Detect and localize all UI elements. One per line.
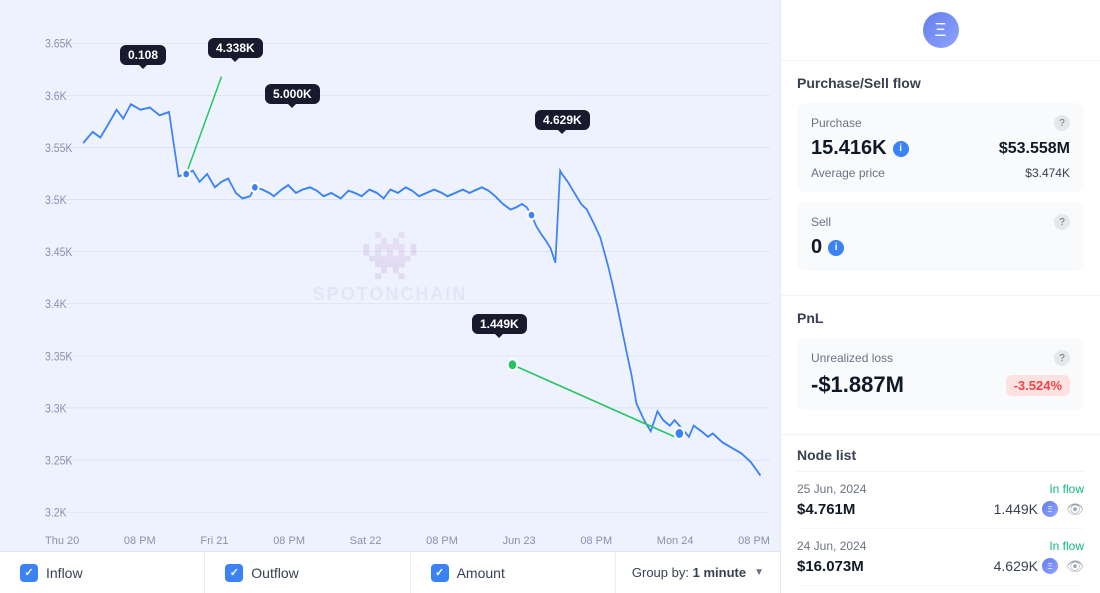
chart-container: 👾 SPOTONCHAIN 3.65K 3.6K 3.55K 3.5K 3.45… xyxy=(0,0,780,531)
purchase-sell-title: Purchase/Sell flow xyxy=(797,75,1084,91)
outflow-label: Outflow xyxy=(251,565,298,581)
x-label-9: 08 PM xyxy=(738,535,770,547)
group-by-prefix: Group by: 1 minute xyxy=(632,565,746,580)
x-label-0: Thu 20 xyxy=(45,535,79,547)
sell-info-icon[interactable]: i xyxy=(828,240,844,256)
node-token-1: 4.629K Ξ xyxy=(994,558,1058,574)
sell-card: Sell ? 0 i xyxy=(797,202,1084,271)
x-label-1: 08 PM xyxy=(124,535,156,547)
node-date-0: 25 Jun, 2024 xyxy=(797,482,866,496)
purchase-label: Purchase xyxy=(811,116,862,130)
amount-checkbox[interactable]: ✓ xyxy=(431,564,449,582)
inflow-label: Inflow xyxy=(46,565,83,581)
node-flow-0: In flow xyxy=(1049,482,1084,496)
chart-area: 👾 SPOTONCHAIN 3.65K 3.6K 3.55K 3.5K 3.45… xyxy=(0,0,780,593)
node-date-1: 24 Jun, 2024 xyxy=(797,539,866,553)
svg-text:3.45K: 3.45K xyxy=(45,246,73,259)
purchase-help-icon[interactable]: ? xyxy=(1054,115,1070,131)
svg-text:3.5K: 3.5K xyxy=(45,194,67,207)
price-chart: 3.65K 3.6K 3.55K 3.5K 3.45K 3.4K 3.35K 3… xyxy=(45,10,770,531)
token-icon-1: Ξ xyxy=(1042,558,1058,574)
sell-amount: 0 i xyxy=(811,236,844,259)
price-label-1: 0.108 xyxy=(120,45,166,65)
pnl-card: Unrealized loss ? -$1.887M -3.524% xyxy=(797,338,1084,410)
pnl-title: PnL xyxy=(797,310,1084,326)
inflow-checkbox[interactable]: ✓ xyxy=(20,564,38,582)
group-by-selector[interactable]: Group by: 1 minute ▼ xyxy=(616,552,780,593)
sell-label: Sell xyxy=(811,215,831,229)
purchase-info-icon[interactable]: i xyxy=(893,141,909,157)
svg-text:3.3K: 3.3K xyxy=(45,403,67,416)
eye-icon-0[interactable]: 👁 xyxy=(1066,500,1084,518)
purchase-usd: $53.558M xyxy=(999,140,1070,158)
node-row-right-1: 4.629K Ξ 👁 xyxy=(994,557,1084,575)
purchase-sell-section: Purchase/Sell flow Purchase ? 15.416K i … xyxy=(781,61,1100,296)
x-label-3: 08 PM xyxy=(273,535,305,547)
chevron-down-icon: ▼ xyxy=(754,567,764,578)
purchase-card: Purchase ? 15.416K i $53.558M Average pr… xyxy=(797,103,1084,192)
svg-text:3.35K: 3.35K xyxy=(45,351,73,364)
pnl-help-icon[interactable]: ? xyxy=(1054,350,1070,366)
node-usd-1: $16.073M xyxy=(797,558,864,575)
right-panel: Ξ Purchase/Sell flow Purchase ? 15.416K … xyxy=(780,0,1100,593)
x-label-7: 08 PM xyxy=(580,535,612,547)
node-flow-1: In flow xyxy=(1049,539,1084,553)
svg-text:3.55K: 3.55K xyxy=(45,142,73,155)
outflow-checkbox[interactable]: ✓ xyxy=(225,564,243,582)
node-item-1: 24 Jun, 2024 In flow $16.073M 4.629K Ξ 👁 xyxy=(797,529,1084,586)
svg-text:3.25K: 3.25K xyxy=(45,455,73,468)
price-label-3: 5.000K xyxy=(265,84,320,104)
pnl-badge: -3.524% xyxy=(1006,375,1070,396)
avg-price-label: Average price xyxy=(811,166,885,180)
legend-outflow[interactable]: ✓ Outflow xyxy=(205,552,410,593)
node-list-section: Node list 25 Jun, 2024 In flow $4.761M 1… xyxy=(781,435,1100,593)
group-by-value: 1 minute xyxy=(693,565,746,580)
price-label-2: 4.338K xyxy=(208,38,263,58)
purchase-amount: 15.416K i xyxy=(811,137,909,160)
svg-text:3.4K: 3.4K xyxy=(45,299,67,312)
price-label-5: 1.449K xyxy=(472,314,527,334)
avg-price-value: $3.474K xyxy=(1025,166,1070,180)
pnl-value: -$1.887M xyxy=(811,372,904,398)
x-label-2: Fri 21 xyxy=(200,535,228,547)
pnl-section: PnL Unrealized loss ? -$1.887M -3.524% xyxy=(781,296,1100,435)
amount-label: Amount xyxy=(457,565,505,581)
x-label-4: Sat 22 xyxy=(350,535,382,547)
svg-text:3.2K: 3.2K xyxy=(45,507,67,520)
legend-bar: ✓ Inflow ✓ Outflow ✓ Amount Group by: 1 … xyxy=(0,551,780,593)
svg-text:3.65K: 3.65K xyxy=(45,38,73,51)
node-item-0: 25 Jun, 2024 In flow $4.761M 1.449K Ξ 👁 xyxy=(797,472,1084,529)
node-usd-0: $4.761M xyxy=(797,501,855,518)
x-label-8: Mon 24 xyxy=(657,535,694,547)
node-item-2: 21 Jun, 2024 In flow $15.201M 4.338K Ξ 👁 xyxy=(797,586,1084,593)
unrealized-label: Unrealized loss xyxy=(811,351,893,365)
node-row-right-0: 1.449K Ξ 👁 xyxy=(994,500,1084,518)
sell-help-icon[interactable]: ? xyxy=(1054,214,1070,230)
eth-icon: Ξ xyxy=(923,12,959,48)
eye-icon-1[interactable]: 👁 xyxy=(1066,557,1084,575)
price-label-4: 4.629K xyxy=(535,110,590,130)
legend-inflow[interactable]: ✓ Inflow xyxy=(0,552,205,593)
svg-text:3.6K: 3.6K xyxy=(45,90,67,103)
legend-amount[interactable]: ✓ Amount xyxy=(411,552,616,593)
node-token-0: 1.449K Ξ xyxy=(994,501,1058,517)
node-list-title: Node list xyxy=(797,435,1084,472)
token-icon-0: Ξ xyxy=(1042,501,1058,517)
x-label-6: Jun 23 xyxy=(503,535,536,547)
x-label-5: 08 PM xyxy=(426,535,458,547)
panel-header: Ξ xyxy=(781,0,1100,61)
